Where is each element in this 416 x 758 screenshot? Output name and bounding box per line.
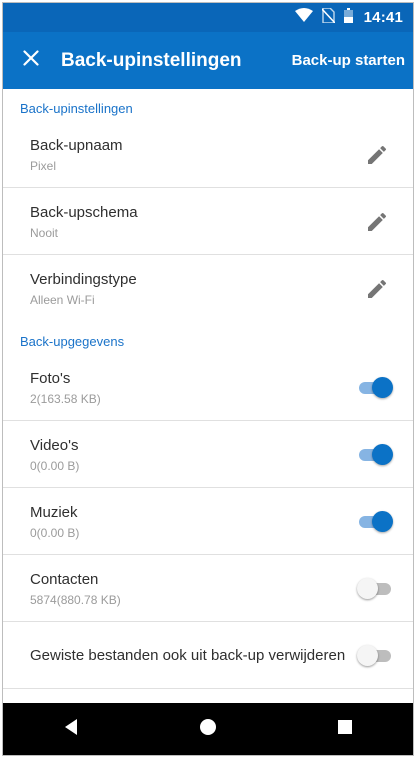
- setting-row-backup-schedule[interactable]: Back-upschema Nooit: [3, 188, 413, 255]
- home-icon: [199, 718, 217, 741]
- data-row-delete-removed[interactable]: Gewiste bestanden ook uit back-up verwij…: [3, 622, 413, 689]
- music-toggle[interactable]: [359, 511, 393, 533]
- wifi-icon: [294, 8, 313, 27]
- back-icon: [63, 718, 79, 741]
- setting-value: Nooit: [30, 226, 59, 240]
- section-header-settings: Back-upinstellingen: [20, 101, 133, 116]
- data-count: 5874(880.78 KB): [30, 593, 121, 607]
- setting-title: Back-upschema: [30, 204, 138, 221]
- toggle-knob: [357, 578, 378, 599]
- data-row-music[interactable]: Muziek 0(0.00 B): [3, 488, 413, 555]
- photos-toggle[interactable]: [359, 377, 393, 399]
- page-title: Back-upinstellingen: [61, 49, 242, 71]
- toggle-knob: [372, 444, 393, 465]
- toggle-knob: [372, 511, 393, 532]
- navigation-bar: [3, 703, 413, 755]
- settings-list: Back-upinstellingen Back-upnaam Pixel Ba…: [3, 89, 413, 703]
- start-backup-button[interactable]: Back-up starten: [292, 52, 405, 69]
- edit-icon[interactable]: [365, 143, 389, 167]
- toggle-knob: [357, 645, 378, 666]
- status-time: 14:41: [363, 9, 403, 26]
- close-button[interactable]: [3, 32, 59, 89]
- back-button[interactable]: [41, 703, 101, 755]
- data-title: Gewiste bestanden ook uit back-up verwij…: [30, 647, 346, 664]
- videos-toggle[interactable]: [359, 444, 393, 466]
- recents-button[interactable]: [315, 703, 375, 755]
- data-title: Muziek: [30, 504, 78, 521]
- data-row-photos[interactable]: Foto's 2(163.58 KB): [3, 354, 413, 421]
- status-bar: 14:41: [3, 3, 413, 32]
- setting-value: Alleen Wi-Fi: [30, 293, 95, 307]
- data-title: Contacten: [30, 571, 99, 588]
- contacts-toggle[interactable]: [357, 578, 393, 600]
- app-bar: Back-upinstellingen Back-up starten: [3, 32, 413, 89]
- setting-title: Back-upnaam: [30, 137, 123, 154]
- home-button[interactable]: [178, 703, 238, 755]
- data-title: Foto's: [30, 370, 71, 387]
- setting-row-backup-name[interactable]: Back-upnaam Pixel: [3, 121, 413, 188]
- recents-icon: [337, 719, 353, 740]
- data-row-contacts[interactable]: Contacten 5874(880.78 KB): [3, 555, 413, 622]
- setting-title: Verbindingstype: [30, 271, 137, 288]
- battery-icon: [343, 7, 353, 28]
- data-count: 0(0.00 B): [30, 459, 80, 473]
- setting-row-connection-type[interactable]: Verbindingstype Alleen Wi-Fi: [3, 255, 413, 322]
- edit-icon[interactable]: [365, 277, 389, 301]
- toggle-knob: [372, 377, 393, 398]
- close-icon: [23, 50, 39, 71]
- setting-value: Pixel: [30, 159, 57, 173]
- section-header-data: Back-upgegevens: [20, 334, 125, 349]
- edit-icon[interactable]: [365, 210, 389, 234]
- data-count: 0(0.00 B): [30, 526, 80, 540]
- delete-removed-toggle[interactable]: [357, 645, 393, 667]
- data-row-videos[interactable]: Video's 0(0.00 B): [3, 421, 413, 488]
- no-sim-icon: [321, 6, 336, 28]
- phone-screen: 14:41 Back-upinstellingen Back-up starte…: [3, 3, 413, 755]
- data-title: Video's: [30, 437, 79, 454]
- data-count: 2(163.58 KB): [30, 392, 101, 406]
